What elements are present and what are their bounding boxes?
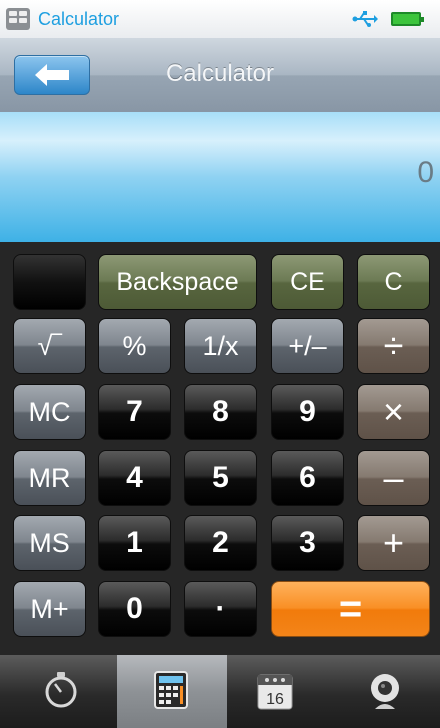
percent-button[interactable]: % — [98, 318, 171, 374]
calculator-icon — [154, 671, 188, 709]
title-bar: Calculator — [0, 38, 440, 112]
digit-1-button[interactable]: 1 — [98, 515, 171, 571]
equals-button[interactable]: = — [271, 581, 430, 637]
digit-8-button[interactable]: 8 — [184, 384, 257, 440]
display-value: 0 — [417, 156, 434, 189]
clear-button[interactable]: C — [357, 254, 430, 310]
page-title: Calculator — [165, 60, 275, 87]
stopwatch-icon — [45, 672, 77, 708]
webcam-icon — [371, 674, 399, 709]
digit-6-button[interactable]: 6 — [271, 450, 344, 506]
tab-calendar[interactable]: 16 — [220, 655, 330, 728]
app-icon — [6, 8, 30, 30]
tab-webcam[interactable] — [330, 655, 440, 728]
usb-icon — [352, 11, 378, 27]
tab-calculator[interactable] — [117, 655, 227, 728]
keypad: Backspace CE C √‾ % 1/x +/– ÷ MC 7 8 9 ×… — [0, 242, 440, 655]
memory-add-button[interactable]: M+ — [13, 581, 86, 637]
battery-icon — [391, 12, 424, 26]
digit-9-button[interactable]: 9 — [271, 384, 344, 440]
bottom-tab-bar: 16 — [0, 655, 440, 728]
backspace-button[interactable]: Backspace — [98, 254, 257, 310]
memory-recall-button[interactable]: MR — [13, 450, 86, 506]
clear-entry-button[interactable]: CE — [271, 254, 344, 310]
calculator-display: 0 — [0, 112, 440, 242]
plus-button[interactable]: + — [357, 515, 430, 571]
calendar-day-label: 16 — [266, 691, 284, 708]
status-app-title: Calculator — [38, 9, 120, 29]
minus-button[interactable]: – — [357, 450, 430, 506]
status-bar: Calculator — [0, 0, 440, 39]
calendar-icon: 16 — [257, 674, 293, 710]
sqrt-button[interactable]: √‾ — [13, 318, 86, 374]
digit-3-button[interactable]: 3 — [271, 515, 344, 571]
memory-clear-button[interactable]: MC — [13, 384, 86, 440]
multiply-button[interactable]: × — [357, 384, 430, 440]
digit-0-button[interactable]: 0 — [98, 581, 171, 637]
memory-store-button[interactable]: MS — [13, 515, 86, 571]
digit-4-button[interactable]: 4 — [98, 450, 171, 506]
decimal-point-button[interactable]: · — [184, 581, 257, 637]
memory-indicator — [13, 254, 86, 310]
digit-7-button[interactable]: 7 — [98, 384, 171, 440]
digit-5-button[interactable]: 5 — [184, 450, 257, 506]
digit-2-button[interactable]: 2 — [184, 515, 257, 571]
tab-stopwatch[interactable] — [6, 655, 116, 728]
divide-button[interactable]: ÷ — [357, 318, 430, 374]
reciprocal-button[interactable]: 1/x — [184, 318, 257, 374]
sign-toggle-button[interactable]: +/– — [271, 318, 344, 374]
